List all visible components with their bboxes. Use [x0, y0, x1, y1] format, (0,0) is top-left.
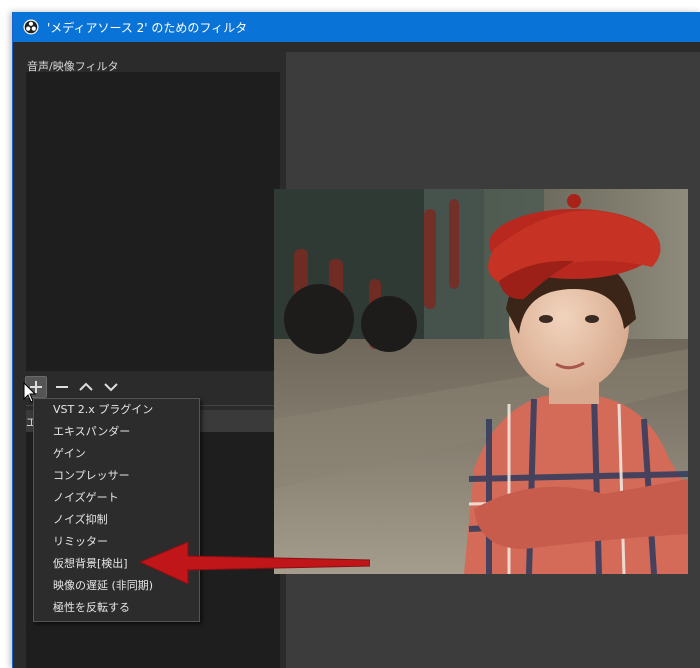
- window-title: 'メディアソース 2' のためのフィルタ: [47, 21, 248, 35]
- title-bar[interactable]: 'メディアソース 2' のためのフィルタ: [13, 12, 700, 42]
- menu-item-expander[interactable]: エキスパンダー: [34, 421, 199, 443]
- chevron-down-icon: [104, 383, 118, 392]
- annotation-arrow-icon: [138, 541, 370, 585]
- menu-item-gain[interactable]: ゲイン: [34, 443, 199, 465]
- menu-item-invert-polarity[interactable]: 極性を反転する: [34, 597, 199, 619]
- menu-item-noise-suppression[interactable]: ノイズ抑制: [34, 509, 199, 531]
- add-filter-context-menu: VST 2.x プラグイン エキスパンダー ゲイン コンプレッサー ノイズゲート…: [33, 398, 200, 622]
- filter-toolbar: [25, 376, 155, 398]
- obs-logo-icon: [23, 19, 39, 35]
- filter-list[interactable]: [26, 72, 280, 371]
- minus-icon: [56, 386, 68, 388]
- move-down-button[interactable]: [100, 376, 122, 398]
- menu-item-vst-plugin[interactable]: VST 2.x プラグイン: [34, 399, 199, 421]
- move-up-button[interactable]: [75, 376, 97, 398]
- menu-item-compressor[interactable]: コンプレッサー: [34, 465, 199, 487]
- preview-image: [274, 189, 688, 574]
- chevron-up-icon: [79, 382, 93, 391]
- remove-filter-button[interactable]: [51, 376, 73, 398]
- menu-item-noise-gate[interactable]: ノイズゲート: [34, 487, 199, 509]
